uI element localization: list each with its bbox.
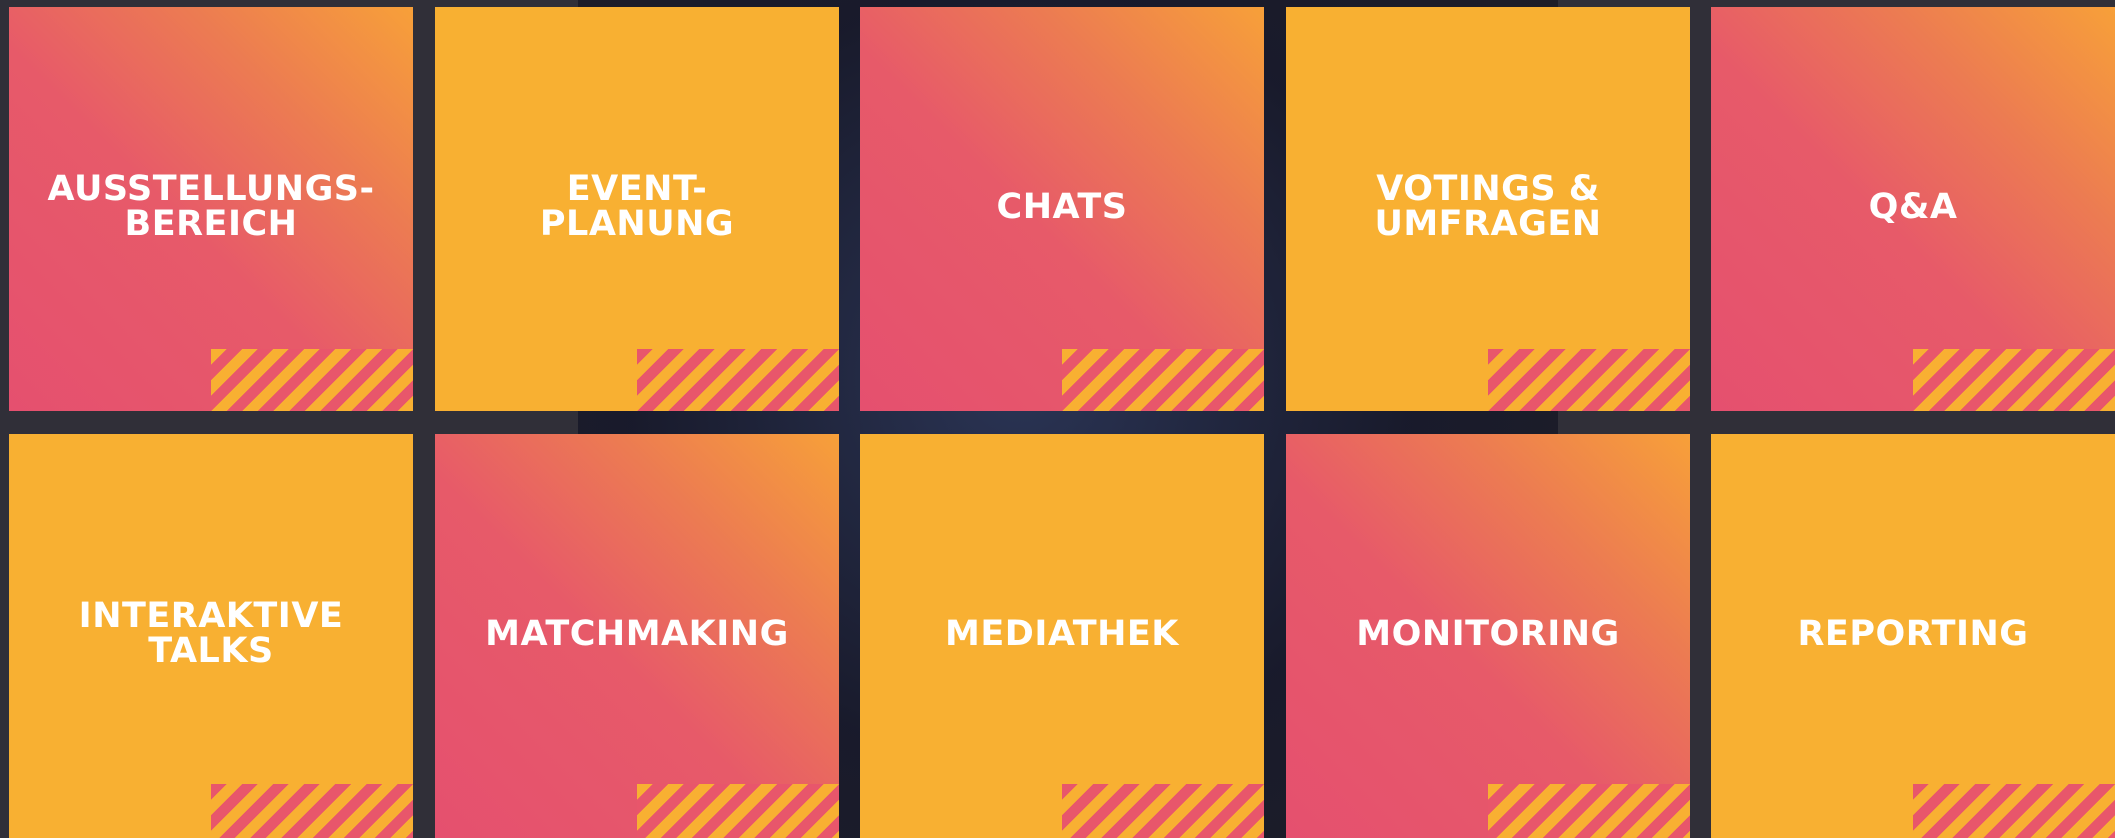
tile-label: MATCHMAKING — [485, 613, 789, 654]
tile-label: CHATS — [996, 186, 1128, 227]
stripe-pattern — [1913, 349, 2115, 411]
stripe-pattern — [1062, 784, 1264, 838]
tile-reporting[interactable]: REPORTING — [1711, 434, 2115, 838]
tile-eventplanung[interactable]: EVENT- PLANUNG — [435, 7, 839, 411]
tile-label: AUSSTELLUNGS- BEREICH — [47, 169, 375, 244]
tile-qa[interactable]: Q&A — [1711, 7, 2115, 411]
tile-chats[interactable]: CHATS — [860, 7, 1264, 411]
tile-matchmaking[interactable]: MATCHMAKING — [435, 434, 839, 838]
stripe-pattern — [637, 349, 839, 411]
feature-grid: AUSSTELLUNGS- BEREICH EVENT- PLANUNG CHA… — [0, 0, 2115, 838]
tile-label: MONITORING — [1356, 613, 1620, 654]
stripe-pattern — [1062, 349, 1264, 411]
stripe-pattern — [1488, 349, 1690, 411]
tile-label: Q&A — [1868, 186, 1958, 227]
tile-label: REPORTING — [1797, 613, 2029, 654]
stripe-pattern — [637, 784, 839, 838]
tile-ausstellungsbereich[interactable]: AUSSTELLUNGS- BEREICH — [9, 7, 413, 411]
tile-interaktive-talks[interactable]: INTERAKTIVE TALKS — [9, 434, 413, 838]
tile-label: INTERAKTIVE TALKS — [78, 596, 344, 671]
stripe-pattern — [211, 784, 413, 838]
tile-monitoring[interactable]: MONITORING — [1286, 434, 1690, 838]
stripe-pattern — [211, 349, 413, 411]
tile-label: VOTINGS & UMFRAGEN — [1374, 169, 1602, 244]
tile-votings-umfragen[interactable]: VOTINGS & UMFRAGEN — [1286, 7, 1690, 411]
tile-label: MEDIATHEK — [945, 613, 1179, 654]
tile-mediathek[interactable]: MEDIATHEK — [860, 434, 1264, 838]
stripe-pattern — [1488, 784, 1690, 838]
tile-label: EVENT- PLANUNG — [539, 169, 735, 244]
stripe-pattern — [1913, 784, 2115, 838]
